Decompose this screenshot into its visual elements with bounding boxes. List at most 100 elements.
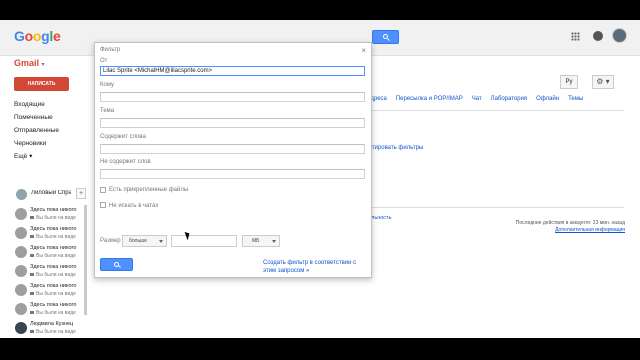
from-label: От [100, 58, 108, 64]
search-icon [113, 261, 119, 267]
contact-status-text: Вы были на виде [36, 329, 76, 335]
logo-letter: e [52, 28, 61, 44]
list-item[interactable]: Здесь пока никого Вы были на виде [14, 281, 88, 300]
tab-labs[interactable]: Лаборатория [491, 96, 528, 102]
search-button[interactable] [372, 30, 399, 44]
dialog-title: Фильтр [100, 47, 121, 53]
to-field[interactable] [100, 92, 365, 102]
list-item[interactable]: Здесь пока никого Вы были на виде [14, 205, 88, 224]
subject-field[interactable] [100, 118, 365, 128]
tab-offline[interactable]: Офлайн [536, 96, 559, 102]
settings-tabs: и адреса Пересылка и POP/IMAP Чат Лабора… [362, 95, 624, 109]
avatar [15, 303, 27, 315]
has-attachment-label: Есть прикрепленные файлы [109, 187, 189, 193]
has-attachment-checkbox[interactable] [100, 187, 106, 193]
video-icon [30, 254, 34, 257]
chat-self[interactable]: Лиловый Спра + [14, 188, 86, 202]
gmail-menu[interactable]: Gmail ▾ [14, 58, 45, 68]
no-chats-checkbox[interactable] [100, 202, 106, 208]
divider [362, 110, 624, 111]
activity-text: Последние действия в аккаунте: 23 мин. н… [515, 220, 625, 226]
list-item[interactable]: Здесь пока никого Вы были на виде [14, 243, 88, 262]
logo-letter: o [32, 28, 42, 44]
settings-gear-icon[interactable]: ⚙ ▾ [592, 75, 614, 89]
contact-status-text: Вы были на виде [36, 310, 76, 316]
contact-name: Здесь пока никого [30, 264, 77, 270]
chevron-down-icon [159, 240, 163, 243]
contact-status: Вы были на виде [30, 272, 84, 278]
chevron-down-icon: ▾ [41, 62, 45, 68]
video-icon [30, 330, 34, 333]
divider [362, 207, 624, 208]
size-unit-value: МБ [252, 238, 260, 244]
create-filter-link[interactable]: Создать фильтр в соответствии с этим зап… [263, 260, 368, 275]
sidebar-item-sent[interactable]: Отправленные [14, 124, 84, 137]
account-avatar[interactable] [612, 28, 627, 43]
google-logo[interactable]: Google [14, 28, 61, 44]
close-icon[interactable]: × [361, 46, 366, 55]
size-input[interactable] [171, 235, 237, 247]
tab-themes[interactable]: Темы [568, 96, 583, 102]
tab-forwarding[interactable]: Пересылка и POP/IMAP [396, 96, 463, 102]
chat-self-name: Лиловый Спра [31, 190, 71, 196]
contact-status-text: Вы были на виде [36, 272, 76, 278]
notifications-icon[interactable] [593, 31, 603, 41]
list-item[interactable]: Людмила Кузнец Вы были на виде [14, 319, 88, 338]
list-item[interactable]: Здесь пока никого Вы были на виде [14, 224, 88, 243]
contact-status-text: Вы были на виде [36, 253, 76, 259]
video-icon [30, 311, 34, 314]
size-unit-select[interactable]: МБ [242, 235, 280, 247]
contact-status-text: Вы были на виде [36, 291, 76, 297]
account-activity: Последние действия в аккаунте: 23 мин. н… [490, 220, 625, 234]
add-contact-button[interactable]: + [76, 188, 86, 199]
contact-status: Вы были на виде [30, 291, 84, 297]
contact-status-text: Вы были на виде [36, 234, 76, 240]
avatar [15, 246, 27, 258]
video-icon [30, 292, 34, 295]
contact-status: Вы были на виде [30, 234, 84, 240]
logo-letter: G [14, 28, 25, 44]
list-item[interactable]: Здесь пока никого Вы были на виде [14, 300, 88, 319]
size-operator-select[interactable]: больше [122, 235, 167, 247]
contact-name: Здесь пока никого [30, 302, 77, 308]
avatar [16, 189, 27, 200]
avatar [15, 265, 27, 277]
chevron-down-icon [272, 240, 276, 243]
contact-name: Здесь пока никого [30, 283, 77, 289]
filter-search-button[interactable] [100, 258, 133, 271]
sidebar-item-inbox[interactable]: Входящие [14, 98, 84, 111]
video-icon [30, 235, 34, 238]
from-field[interactable]: Lilac Sprite <MichalHM@lilacsprite.com> [100, 66, 365, 76]
no-chats-label: Не искать в чатах [109, 203, 159, 209]
sidebar-item-drafts[interactable]: Черновики [14, 137, 84, 150]
contact-name: Здесь пока никого [30, 245, 77, 251]
contacts-scrollbar[interactable] [84, 205, 87, 315]
video-icon [30, 273, 34, 276]
contact-status: Вы были на виде [30, 215, 84, 221]
list-item[interactable]: Здесь пока никого Вы были на виде [14, 262, 88, 281]
language-select[interactable]: Ру [560, 75, 578, 89]
sidebar-item-starred[interactable]: Помеченные [14, 111, 84, 124]
has-words-field[interactable] [100, 144, 365, 154]
subject-label: Тема [100, 108, 115, 114]
sidebar-nav: Входящие Помеченные Отправленные Чернови… [14, 98, 84, 163]
avatar [15, 227, 27, 239]
not-words-field[interactable] [100, 169, 365, 179]
to-label: Кому [100, 82, 115, 88]
compose-button[interactable]: НАПИСАТЬ [14, 77, 69, 91]
tab-chat[interactable]: Чат [472, 96, 482, 102]
logo-letter: o [24, 28, 34, 44]
contact-status-text: Вы были на виде [36, 215, 76, 221]
sidebar-item-more[interactable]: Ещё ▾ [14, 150, 84, 163]
contact-status: Вы были на виде [30, 310, 84, 316]
contact-name: Людмила Кузнец [30, 321, 74, 327]
apps-grid-icon[interactable] [571, 32, 580, 41]
avatar [15, 284, 27, 296]
activity-details-link[interactable]: Дополнительная информация [490, 227, 625, 234]
contact-name: Здесь пока никого [30, 207, 77, 213]
size-label: Размер [100, 238, 121, 244]
avatar [15, 208, 27, 220]
search-icon [382, 34, 388, 39]
video-icon [30, 216, 34, 219]
avatar [15, 322, 27, 334]
